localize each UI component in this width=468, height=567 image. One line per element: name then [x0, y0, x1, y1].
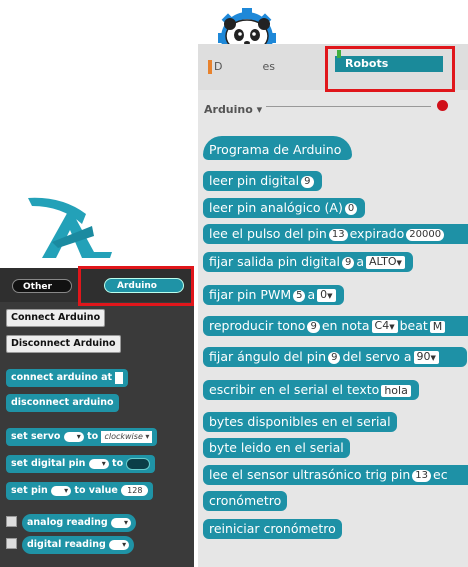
block-set-servo[interactable]: set servo to clockwise ▾: [6, 428, 158, 446]
a-logo: [28, 197, 112, 258]
pin-dropdown[interactable]: [110, 514, 131, 532]
tab-data[interactable]: Des: [208, 60, 275, 74]
block-leer-pin-digital[interactable]: leer pin digital 9: [203, 171, 322, 191]
analog-reading-checkbox[interactable]: [6, 516, 17, 527]
highlight-arduino-tab: [78, 266, 194, 306]
tab-data-label-tail: es: [262, 60, 275, 73]
block-set-digital-pin[interactable]: set digital pin to: [6, 455, 156, 473]
direction-dropdown[interactable]: clockwise ▾: [101, 430, 153, 443]
block-bytes-disponibles[interactable]: bytes disponibles en el serial: [203, 412, 397, 432]
block-fijar-angulo-servo[interactable]: fijar ángulo del pin 9 del servo a 90▼: [203, 347, 467, 367]
record-icon[interactable]: [437, 100, 448, 111]
value-input[interactable]: 128: [121, 485, 149, 496]
block-set-pin-value[interactable]: set pin to value 128: [6, 482, 154, 500]
pin-dropdown[interactable]: [51, 482, 72, 500]
pin-dropdown[interactable]: [63, 428, 84, 446]
block-digital-reading[interactable]: digital reading: [22, 536, 135, 554]
port-input[interactable]: [115, 371, 124, 384]
block-escribir-serial[interactable]: escribir en el serial el texto hola: [203, 380, 419, 400]
block-lee-pulso[interactable]: lee el pulso del pin 13 expirado 20000: [203, 224, 468, 244]
pin-dropdown[interactable]: [109, 536, 130, 554]
chevron-down-icon[interactable]: ▼: [431, 354, 436, 362]
digital-reading-checkbox[interactable]: [6, 538, 17, 549]
tab-data-label: D: [214, 60, 223, 73]
block-byte-leido[interactable]: byte leido en el serial: [203, 438, 350, 458]
category-header: Arduino ▾: [204, 98, 464, 116]
chevron-down-icon[interactable]: ▼: [389, 323, 394, 331]
robots-palette: Des Robots: [198, 44, 468, 567]
disconnect-arduino-button[interactable]: Disconnect Arduino: [6, 335, 121, 353]
block-reiniciar-cronometro[interactable]: reiniciar cronómetro: [203, 519, 342, 539]
block-connect-arduino[interactable]: connect arduino at: [6, 369, 129, 387]
category-color-bar: [208, 60, 212, 74]
block-cronometro[interactable]: cronómetro: [203, 491, 288, 511]
block-sensor-ultrasonico[interactable]: lee el sensor ultrasónico trig pin 13 ec: [203, 465, 468, 485]
block-analog-reading[interactable]: analog reading: [22, 514, 136, 532]
highlight-robots-tab: [325, 46, 455, 92]
block-leer-pin-analogico[interactable]: leer pin analógico (A) 0: [203, 198, 366, 218]
chevron-down-icon[interactable]: ▼: [397, 259, 402, 267]
block-fijar-pin-pwm[interactable]: fijar pin PWM 5 a 0▼: [203, 285, 344, 305]
block-programa-arduino[interactable]: Programa de Arduino: [203, 136, 352, 160]
pin-dropdown[interactable]: [88, 455, 109, 473]
block-reproducir-tono[interactable]: reproducir tono 9 en nota C4▼ beat M: [203, 316, 468, 336]
block-disconnect-arduino[interactable]: disconnect arduino: [6, 394, 119, 412]
boolean-slot[interactable]: [126, 457, 151, 470]
chevron-down-icon[interactable]: ▼: [327, 292, 332, 300]
category-label[interactable]: Arduino ▾: [204, 103, 262, 116]
tab-other[interactable]: Other: [12, 279, 72, 293]
connect-arduino-button[interactable]: Connect Arduino: [6, 309, 106, 327]
block-fijar-salida-digital[interactable]: fijar salida pin digital 9 a ALTO▼: [203, 252, 413, 272]
divider: [266, 106, 431, 107]
